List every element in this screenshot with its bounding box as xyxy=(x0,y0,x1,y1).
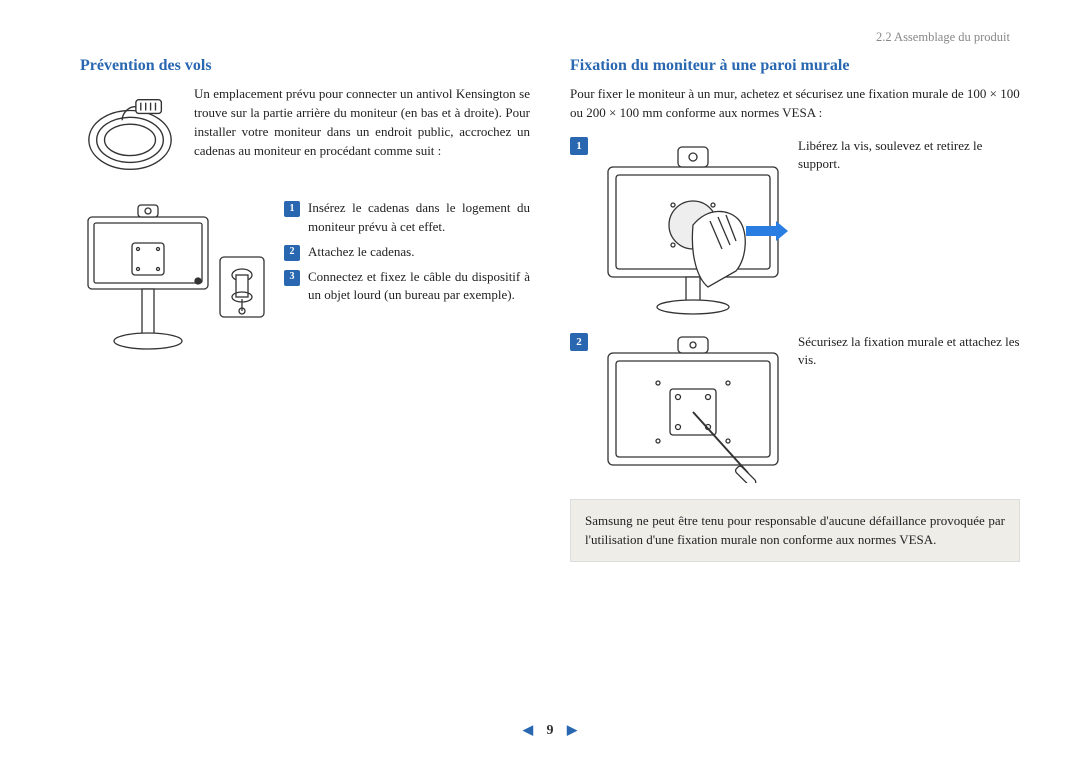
left-step: 2 Attachez le cadenas. xyxy=(284,243,530,262)
step-number-badge: 1 xyxy=(570,137,588,155)
step-number-badge: 1 xyxy=(284,201,300,217)
left-step-text: Connectez et fixez le câble du dispositi… xyxy=(308,268,530,306)
wall-step-text: Libérez la vis, soulevez et retirez le s… xyxy=(798,137,1020,317)
header-section-label: 2.2 Assemblage du produit xyxy=(80,30,1020,45)
attach-mount-icon xyxy=(598,333,788,483)
warning-note: Samsung ne peut être tenu pour responsab… xyxy=(570,499,1020,563)
left-step-text: Insérez le cadenas dans le logement du m… xyxy=(308,199,530,237)
cable-lock-icon xyxy=(81,86,179,184)
right-intro-text: Pour fixer le moniteur à un mur, achetez… xyxy=(570,85,1020,123)
prev-page-arrow[interactable]: ◀ xyxy=(523,722,533,738)
remove-stand-icon xyxy=(598,137,788,317)
next-page-arrow[interactable]: ▶ xyxy=(567,722,577,738)
cable-lock-figure xyxy=(80,85,180,185)
left-step: 3 Connectez et fixez le câble du disposi… xyxy=(284,268,530,306)
remove-stand-figure xyxy=(598,137,788,317)
wall-step-text: Sécurisez la fixation murale et attachez… xyxy=(798,333,1020,483)
left-step-text: Attachez le cadenas. xyxy=(308,243,530,262)
monitor-back-icon xyxy=(80,199,270,369)
monitor-back-figure xyxy=(80,199,270,369)
left-step: 1 Insérez le cadenas dans le logement du… xyxy=(284,199,530,237)
step-number-badge: 2 xyxy=(284,245,300,261)
right-heading: Fixation du moniteur à une paroi murale xyxy=(570,57,1020,75)
wall-step: 1 xyxy=(570,137,1020,317)
step-number-badge: 3 xyxy=(284,270,300,286)
page-number: 9 xyxy=(547,723,554,738)
wall-step: 2 xyxy=(570,333,1020,483)
attach-mount-figure xyxy=(598,333,788,483)
left-heading: Prévention des vols xyxy=(80,57,530,75)
right-column: Fixation du moniteur à une paroi murale … xyxy=(570,57,1020,562)
left-steps: 1 Insérez le cadenas dans le logement du… xyxy=(284,199,530,369)
left-column: Prévention des vols xyxy=(80,57,530,562)
left-intro-text: Un emplacement prévu pour connecter un a… xyxy=(194,85,530,185)
step-number-badge: 2 xyxy=(570,333,588,351)
pager: ◀ 9 ▶ xyxy=(80,722,1020,739)
